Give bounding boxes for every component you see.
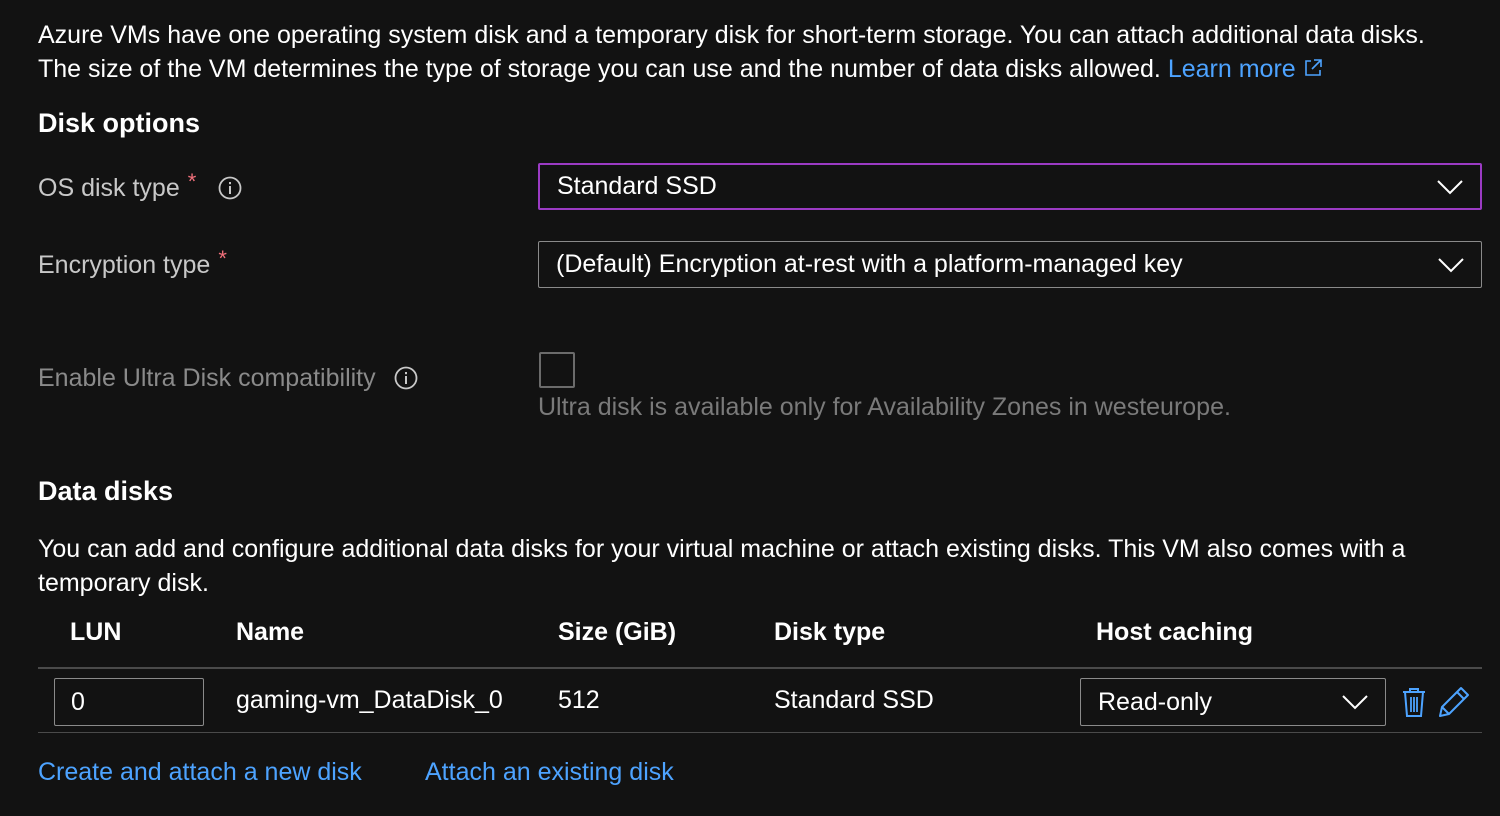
disk-type: Standard SSD xyxy=(774,686,934,714)
data-disks-description: You can add and configure additional dat… xyxy=(38,532,1488,600)
intro-line-2-text: The size of the VM determines the type o… xyxy=(38,55,1161,83)
encryption-type-label: Encryption type xyxy=(38,250,211,279)
column-header-name: Name xyxy=(236,618,305,646)
encryption-type-select[interactable]: (Default) Encryption at-rest with a plat… xyxy=(538,241,1482,288)
disk-size: 512 xyxy=(558,686,600,714)
data-disks-description-line-2: temporary disk. xyxy=(38,569,209,597)
lun-input[interactable] xyxy=(54,678,204,726)
required-mark: * xyxy=(187,169,197,194)
intro-line-2: The size of the VM determines the type o… xyxy=(38,52,1488,86)
os-disk-type-label-row: OS disk type * xyxy=(38,169,242,206)
attach-existing-disk-link[interactable]: Attach an existing disk xyxy=(425,758,674,787)
chevron-down-icon xyxy=(1437,179,1463,194)
ultra-disk-label-row: Enable Ultra Disk compatibility xyxy=(38,360,418,396)
encryption-type-label-row: Encryption type * xyxy=(38,246,227,283)
host-caching-select[interactable]: Read-only xyxy=(1080,678,1386,726)
os-disk-type-label: OS disk type xyxy=(38,173,180,202)
info-icon[interactable] xyxy=(218,176,242,200)
required-mark: * xyxy=(218,246,227,271)
ultra-disk-checkbox[interactable] xyxy=(539,352,575,388)
intro-text: Azure VMs have one operating system disk… xyxy=(38,18,1488,86)
learn-more-link[interactable]: Learn more xyxy=(1168,55,1324,83)
ultra-disk-label: Enable Ultra Disk compatibility xyxy=(38,363,376,392)
chevron-down-icon xyxy=(1342,695,1368,710)
info-icon[interactable] xyxy=(394,366,418,390)
table-divider xyxy=(38,732,1482,733)
trash-icon[interactable] xyxy=(1400,686,1428,718)
column-header-lun: LUN xyxy=(70,618,122,646)
host-caching-value: Read-only xyxy=(1098,687,1212,716)
external-link-icon xyxy=(1304,59,1322,76)
table-divider xyxy=(38,667,1482,669)
learn-more-label: Learn more xyxy=(1167,55,1296,83)
chevron-down-icon xyxy=(1438,257,1464,272)
column-header-disk-type: Disk type xyxy=(774,618,886,646)
os-disk-type-select[interactable]: Standard SSD xyxy=(538,163,1482,210)
ultra-disk-hint: Ultra disk is available only for Availab… xyxy=(538,393,1231,421)
os-disk-type-value: Standard SSD xyxy=(557,172,717,200)
pencil-icon[interactable] xyxy=(1437,685,1471,719)
disk-name: gaming-vm_DataDisk_0 xyxy=(236,686,503,714)
column-header-host-caching: Host caching xyxy=(1096,618,1253,646)
encryption-type-value: (Default) Encryption at-rest with a plat… xyxy=(556,250,1183,278)
data-disks-heading: Data disks xyxy=(38,476,174,506)
column-header-size: Size (GiB) xyxy=(558,618,677,646)
intro-line-1: Azure VMs have one operating system disk… xyxy=(38,21,1425,49)
data-disks-description-line-1: You can add and configure additional dat… xyxy=(38,535,1406,563)
create-new-disk-link[interactable]: Create and attach a new disk xyxy=(38,758,362,787)
disk-options-heading: Disk options xyxy=(38,108,201,138)
